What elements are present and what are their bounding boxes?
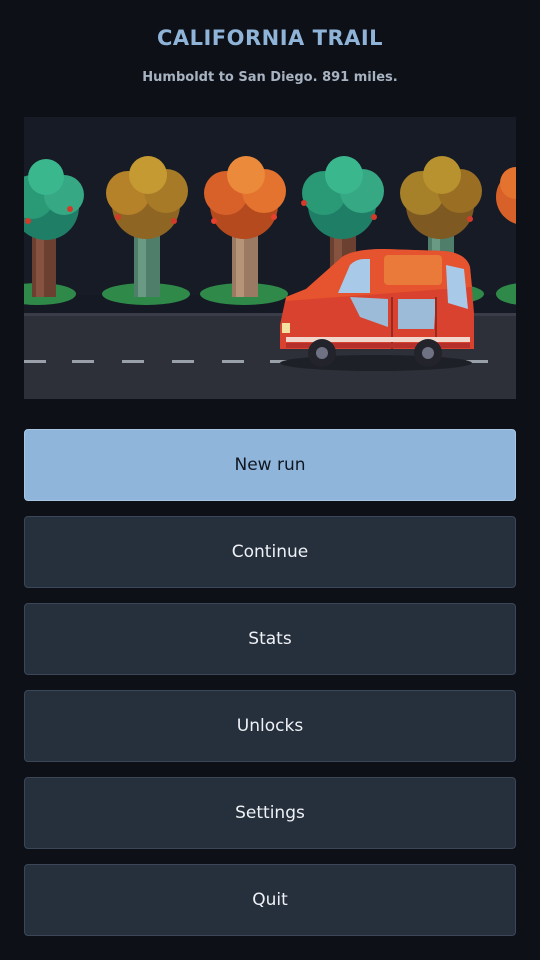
unlocks-button[interactable]: Unlocks (24, 690, 516, 762)
settings-button[interactable]: Settings (24, 777, 516, 849)
stats-button[interactable]: Stats (24, 603, 516, 675)
new-run-button[interactable]: New run (24, 429, 516, 501)
road-scene (24, 117, 516, 399)
quit-button[interactable]: Quit (24, 864, 516, 936)
continue-button[interactable]: Continue (24, 516, 516, 588)
title-screen: CALIFORNIA TRAIL Humboldt to San Diego. … (0, 0, 540, 960)
game-title: CALIFORNIA TRAIL (156, 26, 384, 50)
game-subtitle: Humboldt to San Diego. 891 miles. (142, 70, 398, 85)
